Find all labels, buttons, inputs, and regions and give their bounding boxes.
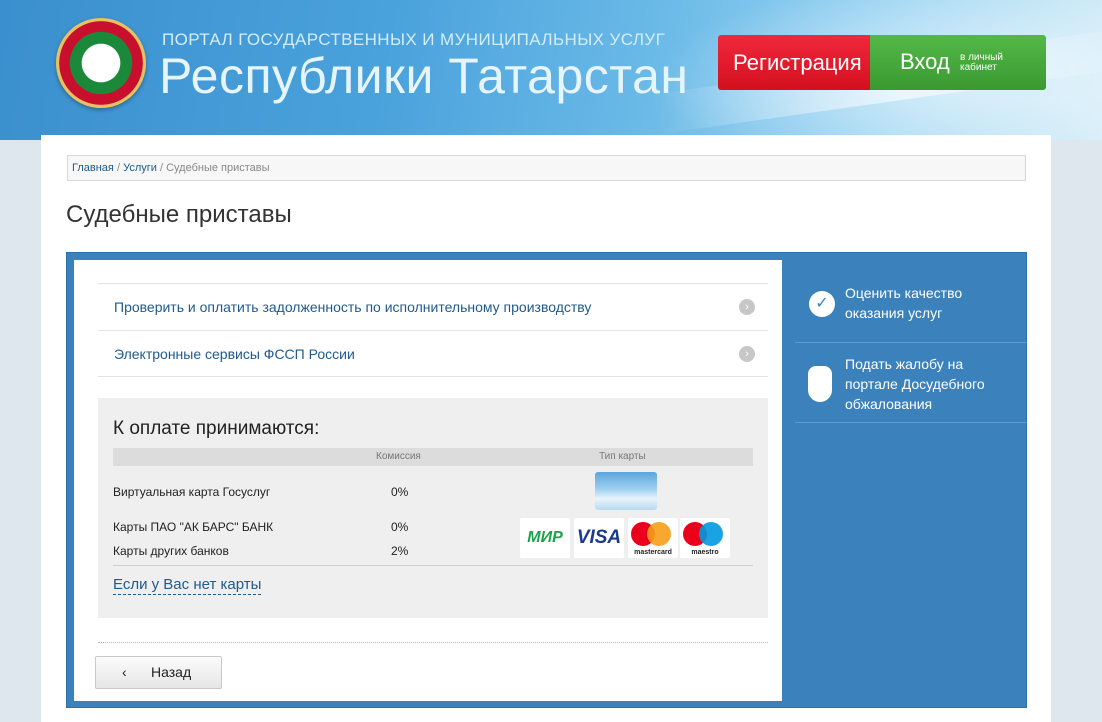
maestro-caption: maestro <box>691 549 719 556</box>
breadcrumb-current: Судебные приставы <box>166 162 270 174</box>
breadcrumb-separator: / <box>159 162 164 174</box>
service-item-check-debt[interactable]: Проверить и оплатить задолженность по ис… <box>98 283 768 330</box>
payment-table-header: Комиссия Тип карты <box>113 448 753 466</box>
payment-title: К оплате принимаются: <box>113 418 320 439</box>
register-button[interactable]: Регистрация <box>718 35 894 90</box>
chevron-left-icon: ‹ <box>122 664 127 680</box>
mastercard-orange-circle <box>647 522 671 546</box>
mastercard-logo-icon: mastercard <box>628 518 678 558</box>
payment-row-pct: 2% <box>391 544 409 558</box>
sidebar-item-label: Подать жалобу на портале Досудебного обж… <box>845 356 985 412</box>
service-panel-inner: Проверить и оплатить задолженность по ис… <box>74 260 782 701</box>
login-sub-label: в личный кабинет <box>960 52 1004 73</box>
back-button-label: Назад <box>151 664 192 680</box>
page-title: Судебные приставы <box>66 201 292 228</box>
hand-icon <box>808 366 832 402</box>
payment-row-name: Карты ПАО "АК БАРС" БАНК <box>113 520 274 534</box>
service-item-label: Электронные сервисы ФССП России <box>114 346 355 362</box>
payment-row-name: Виртуальная карта Госуслуг <box>113 485 271 499</box>
virtual-card-image <box>595 472 657 510</box>
payment-divider <box>113 565 753 566</box>
chevron-right-icon: › <box>739 346 755 362</box>
breadcrumb-services[interactable]: Услуги <box>123 162 157 174</box>
maestro-blue-circle <box>699 522 723 546</box>
sidebar: ✓ Оценить качество оказания услуг Подать… <box>795 253 1027 423</box>
breadcrumb-separator: / <box>116 162 120 174</box>
service-item-fssp-services[interactable]: Электронные сервисы ФССП России › <box>98 330 768 377</box>
service-item-label: Проверить и оплатить задолженность по ис… <box>114 299 592 315</box>
payment-row-name: Карты других банков <box>113 544 229 558</box>
column-commission: Комиссия <box>376 451 421 462</box>
breadcrumb: Главная / Услуги / Судебные приставы <box>67 155 1026 181</box>
breadcrumb-home[interactable]: Главная <box>72 162 114 174</box>
service-list: Проверить и оплатить задолженность по ис… <box>98 283 768 377</box>
chevron-right-icon: › <box>739 299 755 315</box>
mir-logo-icon: МИР <box>520 518 570 558</box>
login-label: Вход <box>900 49 950 74</box>
main-content: Главная / Услуги / Судебные приставы Суд… <box>41 135 1051 722</box>
payment-row-pct: 0% <box>391 520 409 534</box>
sidebar-item-rate-quality[interactable]: ✓ Оценить качество оказания услуг <box>795 253 1027 343</box>
tatarstan-emblem-logo[interactable] <box>56 18 146 108</box>
login-button[interactable]: Вход в личный кабинет <box>870 35 1046 90</box>
back-button[interactable]: ‹ Назад <box>95 656 222 689</box>
payment-table: Комиссия Тип карты Виртуальная карта Гос… <box>113 448 753 566</box>
site-header: ПОРТАЛ ГОСУДАРСТВЕННЫХ И МУНИЦИПАЛЬНЫХ У… <box>0 0 1102 140</box>
payment-methods-box: К оплате принимаются: Комиссия Тип карты… <box>98 398 768 618</box>
emblem-beast-icon <box>89 51 119 75</box>
mastercard-caption: mastercard <box>634 549 672 556</box>
check-icon: ✓ <box>809 291 835 317</box>
payment-row-pct: 0% <box>391 485 409 499</box>
visa-logo-icon: VISA <box>574 518 624 558</box>
sidebar-item-complaint[interactable]: Подать жалобу на портале Досудебного обж… <box>795 343 1027 423</box>
service-panel: Проверить и оплатить задолженность по ис… <box>66 252 1027 708</box>
column-card-type: Тип карты <box>599 451 646 462</box>
maestro-logo-icon: maestro <box>680 518 730 558</box>
portal-title[interactable]: Республики Татарстан <box>159 47 689 105</box>
dotted-separator <box>98 642 768 643</box>
sidebar-item-label: Оценить качество оказания услуг <box>845 285 963 321</box>
no-card-link[interactable]: Если у Вас нет карты <box>113 576 262 595</box>
